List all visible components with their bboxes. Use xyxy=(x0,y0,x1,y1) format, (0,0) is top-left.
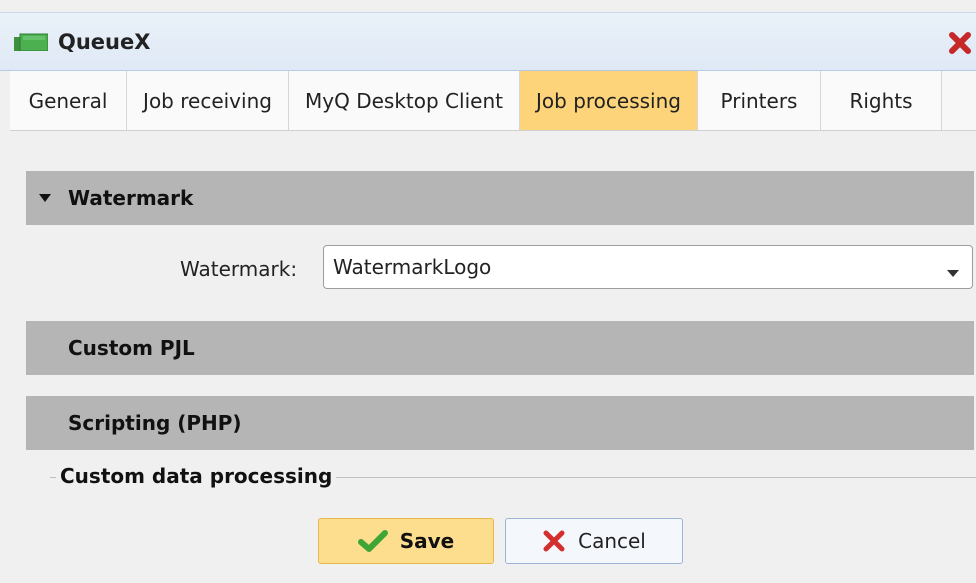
caret-down-icon xyxy=(38,193,54,203)
custom-pjl-section-header[interactable]: Custom PJL xyxy=(26,321,974,375)
save-button-label: Save xyxy=(399,529,455,553)
section-title: Custom PJL xyxy=(68,336,195,360)
cancel-x-icon xyxy=(543,530,565,552)
close-button[interactable] xyxy=(940,25,976,61)
tab-label: MyQ Desktop Client xyxy=(305,88,503,113)
section-title: Watermark xyxy=(68,186,194,210)
title-bar: QueueX xyxy=(0,12,976,71)
tab-label: Job processing xyxy=(536,88,681,113)
fieldset-divider xyxy=(336,477,976,478)
tab-bar: General Job receiving MyQ Desktop Client… xyxy=(10,71,976,131)
dropdown-arrow-icon xyxy=(946,263,960,277)
window-title: QueueX xyxy=(58,30,151,54)
save-button[interactable]: Save xyxy=(318,518,494,564)
tab-job-processing[interactable]: Job processing xyxy=(520,71,698,130)
close-icon xyxy=(949,32,971,54)
tab-rights[interactable]: Rights xyxy=(821,71,942,130)
fieldset-divider xyxy=(50,477,56,478)
tab-printers[interactable]: Printers xyxy=(698,71,821,130)
cancel-button-label: Cancel xyxy=(578,529,646,553)
cancel-button[interactable]: Cancel xyxy=(505,518,683,564)
watermark-section-header[interactable]: Watermark xyxy=(26,171,974,225)
tab-myq-desktop-client[interactable]: MyQ Desktop Client xyxy=(289,71,520,130)
tab-job-receiving[interactable]: Job receiving xyxy=(127,71,289,130)
watermark-select[interactable]: WatermarkLogo xyxy=(323,245,973,289)
watermark-field-label: Watermark: xyxy=(180,257,298,281)
custom-data-processing-label[interactable]: Custom data processing xyxy=(60,464,332,488)
tab-label: Printers xyxy=(720,88,798,113)
tab-general[interactable]: General xyxy=(10,71,127,130)
section-title: Scripting (PHP) xyxy=(68,411,242,435)
tab-label: General xyxy=(28,88,108,113)
tab-label: Job receiving xyxy=(143,88,272,113)
watermark-select-value: WatermarkLogo xyxy=(333,255,492,279)
checkmark-icon xyxy=(357,530,388,552)
tab-label: Rights xyxy=(849,88,913,113)
queue-properties-window: QueueX General Job receiving MyQ Desktop… xyxy=(0,0,976,583)
scripting-section-header[interactable]: Scripting (PHP) xyxy=(26,396,974,450)
queue-icon xyxy=(14,33,49,52)
